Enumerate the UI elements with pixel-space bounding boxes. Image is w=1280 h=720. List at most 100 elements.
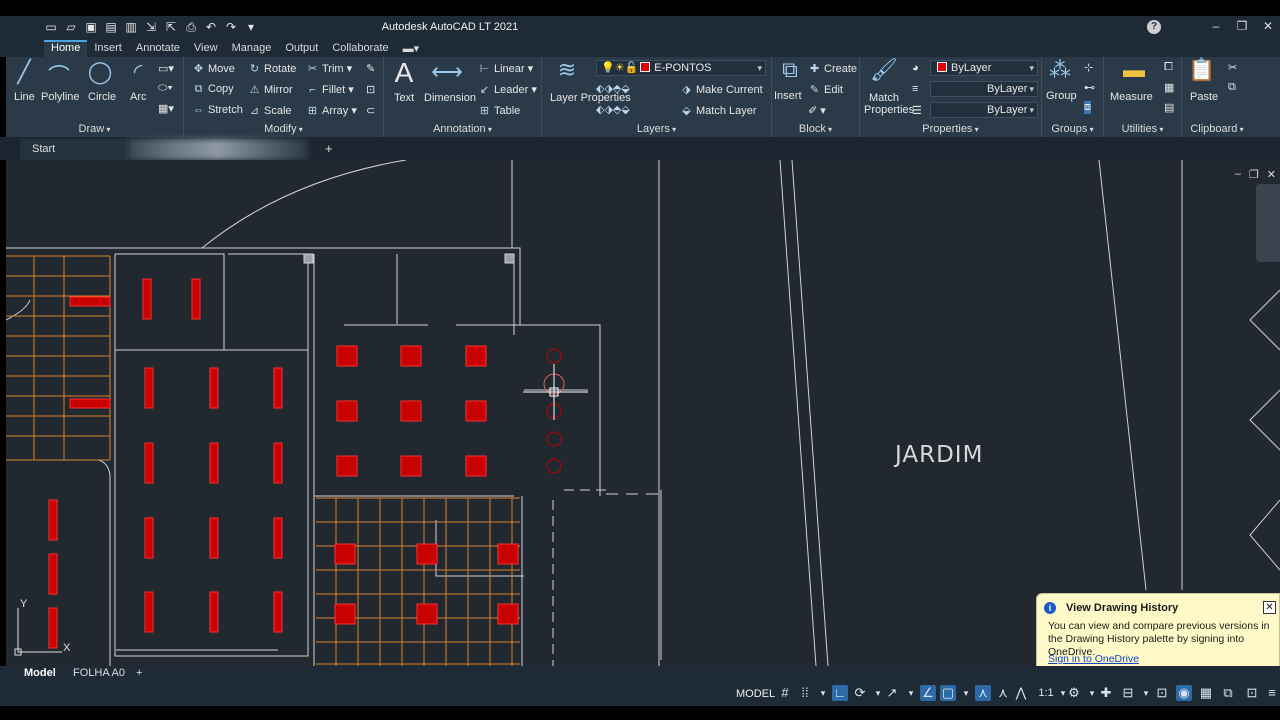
workspace-gear-icon[interactable]: ⚙ — [1066, 685, 1082, 701]
tab-collaborate[interactable]: Collaborate — [325, 40, 395, 57]
ortho-icon[interactable]: ∟ — [832, 685, 848, 701]
tab-drawing-blurred[interactable] — [128, 139, 308, 160]
object-snap-tracking-icon[interactable]: ∠ — [920, 685, 936, 701]
floor-plan[interactable]: Y X — [6, 160, 1280, 666]
layer-tools-row2-icons[interactable]: ⬖⬗⬘⬙ — [596, 103, 630, 116]
ribbon-options-icon[interactable]: ▬▾ — [396, 40, 427, 57]
array-button[interactable]: ⊞ Array ▾ — [306, 104, 357, 117]
customization-menu-icon[interactable]: ≡ — [1264, 685, 1280, 701]
object-snap-icon[interactable]: ▢ — [940, 685, 956, 701]
block-attributes-icon[interactable]: ✐ ▾ — [808, 104, 826, 117]
explode-icon[interactable]: ⊡ — [366, 83, 375, 96]
close-icon[interactable]: ✕ — [1262, 19, 1274, 33]
move-button[interactable]: ✥ Move — [192, 62, 235, 75]
clean-screen-icon[interactable]: ⊡ — [1244, 685, 1260, 701]
arc-button[interactable]: Arc — [130, 91, 147, 103]
navigation-bar[interactable] — [1256, 184, 1280, 262]
add-layout-icon[interactable]: + — [136, 667, 142, 679]
fillet-button[interactable]: ⌐ Fillet ▾ — [306, 83, 354, 96]
paste-button[interactable]: Paste — [1190, 91, 1218, 103]
make-current-button[interactable]: ⬗ Make Current — [680, 83, 762, 96]
onedrive-signin-link[interactable]: Sign in to OneDrive — [1048, 653, 1139, 665]
match-properties-button[interactable]: Match Properties — [864, 92, 914, 116]
circle-button[interactable]: Circle — [88, 91, 116, 103]
layer-tools-row1-icons[interactable]: ⬖⬗⬘⬙ — [596, 82, 630, 95]
copy-clip-icon[interactable]: ⧉ — [1228, 81, 1236, 94]
tab-home[interactable]: Home — [44, 40, 88, 57]
drawing-canvas[interactable]: Y X JARDIM – ❐ ✕ — [6, 160, 1280, 666]
group-button[interactable]: Group — [1046, 90, 1077, 102]
edit-block-button[interactable]: ✎ Edit — [808, 83, 843, 96]
leader-button[interactable]: ↙ Leader ▾ — [478, 83, 537, 96]
ellipse-icon[interactable]: ⬭▾ — [158, 82, 173, 95]
viewport-close-icon[interactable]: ✕ — [1267, 168, 1276, 181]
viewport-restore-icon[interactable]: ❐ — [1249, 168, 1259, 181]
units-dropdown-icon[interactable]: ▾ — [1138, 685, 1154, 701]
measure-button[interactable]: Measure — [1110, 91, 1153, 103]
trim-button[interactable]: ✂ Trim ▾ — [306, 62, 352, 75]
scale-button[interactable]: ⊿ Scale — [248, 104, 292, 117]
isodraft-icon[interactable]: ↗ — [884, 685, 900, 701]
modify-panel-label[interactable]: Modify — [184, 123, 383, 135]
quick-properties-icon[interactable]: ⊡ — [1154, 685, 1170, 701]
line-button[interactable]: Line — [14, 91, 35, 103]
grid-icon[interactable]: # — [777, 685, 793, 701]
tab-folha-a0[interactable]: FOLHA A0 — [73, 667, 125, 679]
block-panel-label[interactable]: Block — [772, 123, 859, 135]
hatch-icon[interactable]: ▦▾ — [158, 102, 174, 115]
dimension-button[interactable]: Dimension — [424, 92, 476, 104]
create-block-button[interactable]: ✚ Create — [808, 62, 857, 75]
quick-select-icon[interactable]: ⧠ — [1164, 61, 1173, 74]
layers-panel-label[interactable]: Layers — [542, 123, 771, 135]
tab-model[interactable]: Model — [24, 667, 56, 679]
linetype-dropdown[interactable]: ByLayer — [930, 102, 1038, 118]
table-button[interactable]: ⊞ Table — [478, 104, 520, 117]
utilities-panel-label[interactable]: Utilities — [1104, 123, 1181, 135]
tab-start[interactable]: Start — [20, 139, 128, 160]
linear-button[interactable]: ⊢ Linear ▾ — [478, 62, 533, 75]
isolate-objects-icon[interactable]: ◉ — [1176, 685, 1192, 701]
tab-manage[interactable]: Manage — [225, 40, 279, 57]
rectangle-icon[interactable]: ▭▾ — [158, 62, 174, 75]
tab-output[interactable]: Output — [278, 40, 325, 57]
model-space-button[interactable]: MODEL — [736, 688, 775, 700]
ungroup-icon[interactable]: ⊹ — [1084, 61, 1093, 74]
help-icon[interactable]: ? — [1147, 20, 1161, 34]
id-point-icon[interactable]: ▤ — [1164, 101, 1174, 114]
copy-button[interactable]: ⧉ Copy — [192, 83, 234, 96]
properties-panel-label[interactable]: Properties — [860, 123, 1041, 135]
tab-insert[interactable]: Insert — [87, 40, 129, 57]
tab-view[interactable]: View — [187, 40, 225, 57]
match-layer-button[interactable]: ⬙ Match Layer — [680, 104, 756, 117]
minimize-icon[interactable]: – — [1210, 19, 1222, 33]
annotation-scale-icon[interactable]: ⋀ — [1013, 685, 1029, 701]
color-dropdown[interactable]: ByLayer — [930, 60, 1038, 76]
viewport-minimize-icon[interactable]: – — [1235, 168, 1241, 181]
group-select-icon[interactable]: ⧈ — [1084, 101, 1091, 114]
annotation-visibility-icon[interactable]: ⋏ — [975, 685, 991, 701]
drawing-history-icon[interactable]: ⧉ — [1220, 685, 1236, 701]
mirror-button[interactable]: ⚠ Mirror — [248, 83, 293, 96]
erase-icon[interactable]: ✎ — [366, 62, 375, 75]
hardware-acceleration-icon[interactable]: ▦ — [1198, 685, 1214, 701]
snap-icon[interactable]: ⁞⁞ — [797, 685, 813, 701]
insert-button[interactable]: Insert — [774, 90, 802, 102]
snap-dropdown-icon[interactable]: ▾ — [815, 685, 831, 701]
notification-close-icon[interactable]: ✕ — [1263, 601, 1276, 614]
rotate-button[interactable]: ↻ Rotate — [248, 62, 297, 75]
calculator-icon[interactable]: ▦ — [1164, 81, 1174, 94]
annotation-panel-label[interactable]: Annotation — [384, 123, 541, 135]
units-icon[interactable]: ⊟ — [1120, 685, 1136, 701]
restore-icon[interactable]: ❐ — [1236, 19, 1248, 33]
stretch-button[interactable]: ⇔ Stretch — [192, 104, 243, 116]
tab-annotate[interactable]: Annotate — [129, 40, 187, 57]
text-button[interactable]: Text — [394, 92, 414, 104]
lineweight-dropdown[interactable]: ByLayer — [930, 81, 1038, 97]
annotation-monitor-icon[interactable]: ✚ — [1098, 685, 1114, 701]
polar-icon[interactable]: ⟳ — [852, 685, 868, 701]
offset-icon[interactable]: ⊂ — [366, 104, 375, 117]
groups-panel-label[interactable]: Groups — [1042, 123, 1103, 135]
draw-panel-label[interactable]: Draw — [6, 123, 183, 135]
isodraft-dropdown-icon[interactable]: ▾ — [903, 685, 919, 701]
clipboard-panel-label[interactable]: Clipboard — [1182, 123, 1252, 135]
